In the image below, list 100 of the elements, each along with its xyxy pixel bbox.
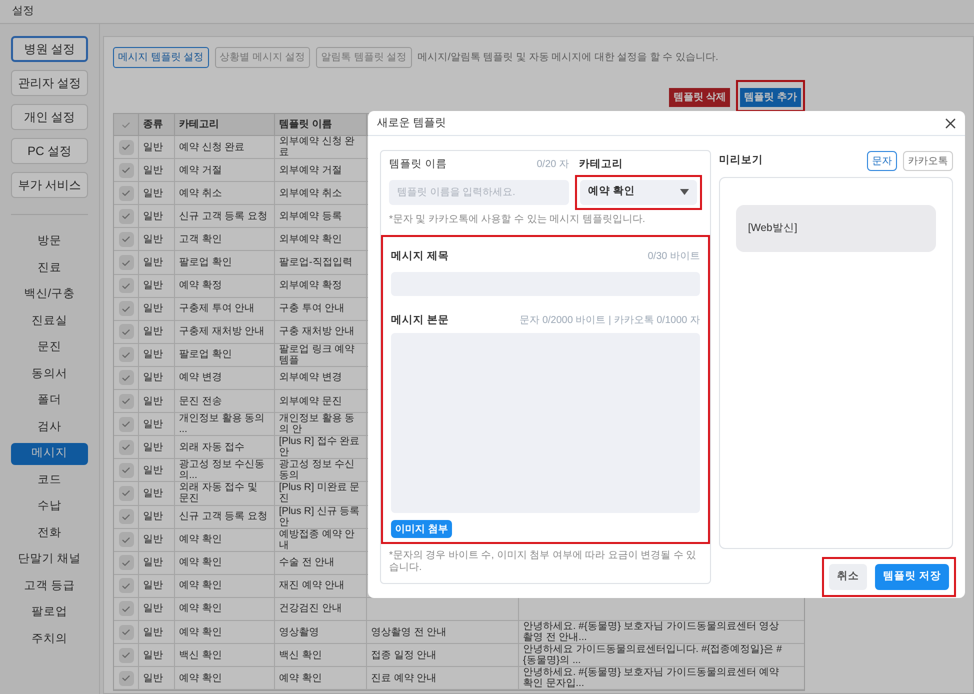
nav-item[interactable]: 전화 bbox=[11, 522, 88, 544]
table-cell: 문진 전송 bbox=[179, 396, 222, 407]
row-checkbox[interactable] bbox=[118, 532, 134, 548]
row-checkbox[interactable] bbox=[118, 162, 134, 178]
column-header: 카테고리 bbox=[179, 119, 219, 130]
table-cell: 구충 투여 안내 bbox=[279, 303, 345, 314]
row-checkbox[interactable] bbox=[118, 347, 134, 362]
check-icon bbox=[122, 421, 130, 428]
check-icon bbox=[122, 167, 130, 174]
close-icon[interactable] bbox=[945, 118, 956, 128]
row-checkbox[interactable] bbox=[118, 140, 134, 155]
table-cell: 일반 bbox=[143, 372, 163, 384]
table-cell: 팔로업 확인 bbox=[179, 349, 232, 360]
row-checkbox[interactable] bbox=[118, 255, 134, 270]
table-cell: 신규 고객 등록 요청 bbox=[179, 511, 268, 522]
table-cell-text: 안녕하세요 가이드동물의료센터입니다. #{접종예정일}은 #{동물명}의 ... bbox=[523, 644, 783, 666]
template-action-button[interactable]: 템플릿 삭제 bbox=[669, 88, 730, 107]
table-cell: 일반 bbox=[143, 326, 163, 338]
settings-menu-button[interactable]: PC 설정 bbox=[11, 138, 88, 164]
nav-item[interactable]: 문진 bbox=[11, 337, 88, 359]
row-checkbox[interactable] bbox=[118, 186, 134, 201]
nav-item[interactable]: 폴더 bbox=[11, 390, 88, 412]
settings-menu-button[interactable]: 부가 서비스 bbox=[11, 172, 88, 198]
check-icon bbox=[122, 675, 130, 682]
byte-counter: 문자 0/2000 바이트 | 카카오톡 0/1000 자 bbox=[520, 314, 700, 328]
nav-item[interactable]: 검사 bbox=[11, 416, 88, 438]
row-checkbox[interactable] bbox=[118, 624, 134, 640]
row-checkbox[interactable] bbox=[118, 601, 134, 616]
column-header: 템플릿 이름 bbox=[279, 119, 332, 130]
preview-tab[interactable]: 카카오톡 bbox=[903, 151, 953, 171]
row-checkbox[interactable] bbox=[118, 670, 134, 686]
table-cell: 진료 예약 안내 bbox=[371, 672, 437, 684]
table-cell: 일반 bbox=[143, 280, 163, 292]
table-cell: 일반 bbox=[143, 442, 163, 453]
check-icon bbox=[122, 374, 130, 381]
table-cell: 일반 bbox=[143, 488, 163, 499]
table-cell: 일반 bbox=[143, 142, 163, 153]
char-counter: 0/20 자 bbox=[536, 158, 569, 172]
nav-item[interactable]: 진료실 bbox=[11, 310, 88, 332]
table-cell: 신규 고객 등록 요청 bbox=[179, 210, 268, 222]
settings-menu-button[interactable]: 관리자 설정 bbox=[11, 70, 88, 96]
row-checkbox[interactable] bbox=[118, 232, 134, 247]
table-cell: 고객 확인 bbox=[179, 234, 222, 245]
row-checkbox[interactable] bbox=[118, 416, 134, 432]
row-checkbox[interactable] bbox=[118, 394, 134, 409]
table-cell: 일반 bbox=[143, 303, 163, 314]
nav-item[interactable]: 방문 bbox=[11, 231, 88, 253]
table-cell: 일반 bbox=[143, 188, 163, 199]
row-checkbox[interactable] bbox=[118, 370, 134, 386]
row-checkbox[interactable] bbox=[118, 440, 134, 455]
table-cell: 일반 bbox=[143, 603, 163, 614]
nav-item[interactable]: 동의서 bbox=[11, 364, 88, 386]
table-cell: 건강검진 안내 bbox=[279, 603, 342, 614]
table-cell: 외부예약 확인 bbox=[279, 234, 342, 245]
hint-text: *문자 및 카카오톡에 사용할 수 있는 메시지 템플릿입니다. bbox=[389, 212, 646, 227]
category-select[interactable]: 예약 확인 bbox=[580, 180, 697, 205]
row-checkbox[interactable] bbox=[118, 509, 134, 524]
table-cell: 예약 취소 bbox=[179, 188, 222, 199]
table-cell-text: 외부예약 신청 완료 bbox=[279, 136, 356, 158]
settings-menu-button[interactable]: 개인 설정 bbox=[11, 104, 88, 130]
nav-item[interactable]: 진료 bbox=[11, 258, 88, 280]
tab[interactable]: 메시지 템플릿 설정 bbox=[113, 47, 209, 68]
table-cell: 일반 bbox=[143, 464, 163, 476]
nav-item[interactable]: 메시지 bbox=[11, 443, 88, 465]
settings-menu-button[interactable]: 병원 설정 bbox=[11, 36, 88, 62]
nav-item[interactable]: 단말기 채널 bbox=[11, 549, 88, 571]
table-cell: 백신 확인 bbox=[179, 650, 222, 661]
check-icon bbox=[122, 652, 130, 658]
nav-item[interactable]: 코드 bbox=[11, 470, 88, 492]
table-cell: 예약 확인 bbox=[179, 672, 222, 684]
template-action-button[interactable]: 템플릿 추가 bbox=[740, 88, 801, 107]
template-name-input[interactable]: 템플릿 이름을 입력하세요. bbox=[389, 180, 569, 205]
window-title: 설정 bbox=[12, 4, 34, 20]
row-checkbox[interactable] bbox=[118, 208, 134, 224]
nav-item[interactable]: 수납 bbox=[11, 496, 88, 518]
row-checkbox[interactable] bbox=[118, 555, 134, 570]
table-cell-text: 개인정보 활용 동의 안 bbox=[279, 413, 356, 436]
table-cell: 외부예약 확정 bbox=[279, 280, 342, 292]
row-checkbox[interactable] bbox=[118, 578, 134, 594]
table-cell: 일반 bbox=[143, 164, 163, 176]
table-cell: 백신 확인 bbox=[279, 650, 322, 661]
cancel-button[interactable]: 취소 bbox=[829, 564, 868, 590]
row-checkbox[interactable] bbox=[118, 324, 134, 340]
nav-item[interactable]: 주치의 bbox=[11, 628, 88, 650]
nav-item[interactable]: 고객 등급 bbox=[11, 576, 88, 598]
check-icon bbox=[122, 560, 130, 566]
check-icon bbox=[122, 260, 130, 266]
preview-tab[interactable]: 문자 bbox=[867, 151, 897, 171]
table-cell: 외부예약 취소 bbox=[279, 188, 342, 199]
row-checkbox[interactable] bbox=[118, 486, 134, 501]
row-checkbox[interactable] bbox=[118, 462, 134, 478]
field-label: 메시지 본문 bbox=[391, 312, 449, 328]
row-checkbox[interactable] bbox=[118, 648, 134, 663]
row-checkbox[interactable] bbox=[118, 278, 134, 294]
check-icon bbox=[122, 352, 130, 358]
row-checkbox[interactable] bbox=[118, 301, 134, 316]
nav-item[interactable]: 팔로업 bbox=[11, 602, 88, 624]
check-icon bbox=[122, 236, 130, 242]
preview-label: 미리보기 bbox=[719, 153, 763, 168]
nav-item[interactable]: 백신/구충 bbox=[11, 284, 88, 306]
